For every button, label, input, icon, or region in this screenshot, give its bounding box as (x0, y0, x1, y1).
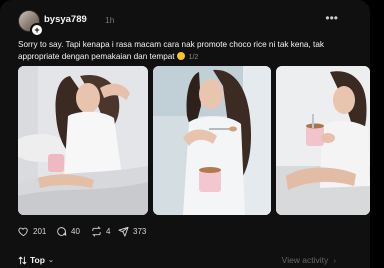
caption-text: Sorry to say. Tapi kenapa i rasa macam c… (18, 40, 324, 61)
sort-label: Top (30, 255, 45, 265)
post-footer: Top ⌄ View activity › (18, 255, 336, 267)
grinning-sweat-emoji-icon (176, 51, 185, 60)
repost-button[interactable]: 4 (91, 224, 110, 238)
share-button[interactable]: 373 (118, 224, 146, 238)
post-actions: 201 40 4 373 (18, 224, 218, 238)
send-icon (118, 226, 129, 237)
repost-icon (92, 225, 101, 237)
view-activity-link[interactable]: View activity › (282, 255, 336, 265)
follow-plus-icon[interactable]: + (30, 23, 44, 37)
scrollbar[interactable] (370, 0, 384, 268)
photo-1-illustration (18, 66, 148, 215)
comment-icon (57, 226, 67, 236)
thread-post-card: + bysya789 1h ••• Sorry to say. Tapi ken… (0, 0, 370, 268)
sort-icon (18, 255, 27, 265)
like-button[interactable]: 201 (18, 224, 46, 238)
post-time: 1h (105, 15, 115, 25)
sort-dropdown[interactable]: Top ⌄ (18, 255, 54, 265)
post-photo-2[interactable] (153, 66, 271, 215)
chevron-right-icon: › (333, 258, 336, 265)
photo-carousel[interactable] (18, 66, 370, 215)
username[interactable]: bysya789 (44, 14, 87, 25)
post-photo-1[interactable] (18, 66, 148, 215)
more-options-icon[interactable]: ••• (325, 11, 338, 25)
view-activity-label: View activity (281, 255, 329, 265)
comment-button[interactable]: 40 (56, 224, 80, 238)
post-header: + bysya789 1h ••• (18, 10, 358, 37)
like-count: 201 (33, 226, 47, 236)
photo-2-illustration (153, 66, 271, 215)
post-caption: Sorry to say. Tapi kenapa i rasa macam c… (18, 39, 340, 63)
page-indicator: 1/2 (188, 53, 199, 61)
photo-3-illustration (276, 66, 370, 215)
share-count: 373 (133, 226, 147, 236)
post-photo-3[interactable] (276, 66, 370, 215)
repost-count: 4 (106, 226, 111, 236)
heart-icon (18, 227, 28, 236)
comment-count: 40 (71, 226, 80, 236)
chevron-down-icon: ⌄ (47, 257, 54, 264)
